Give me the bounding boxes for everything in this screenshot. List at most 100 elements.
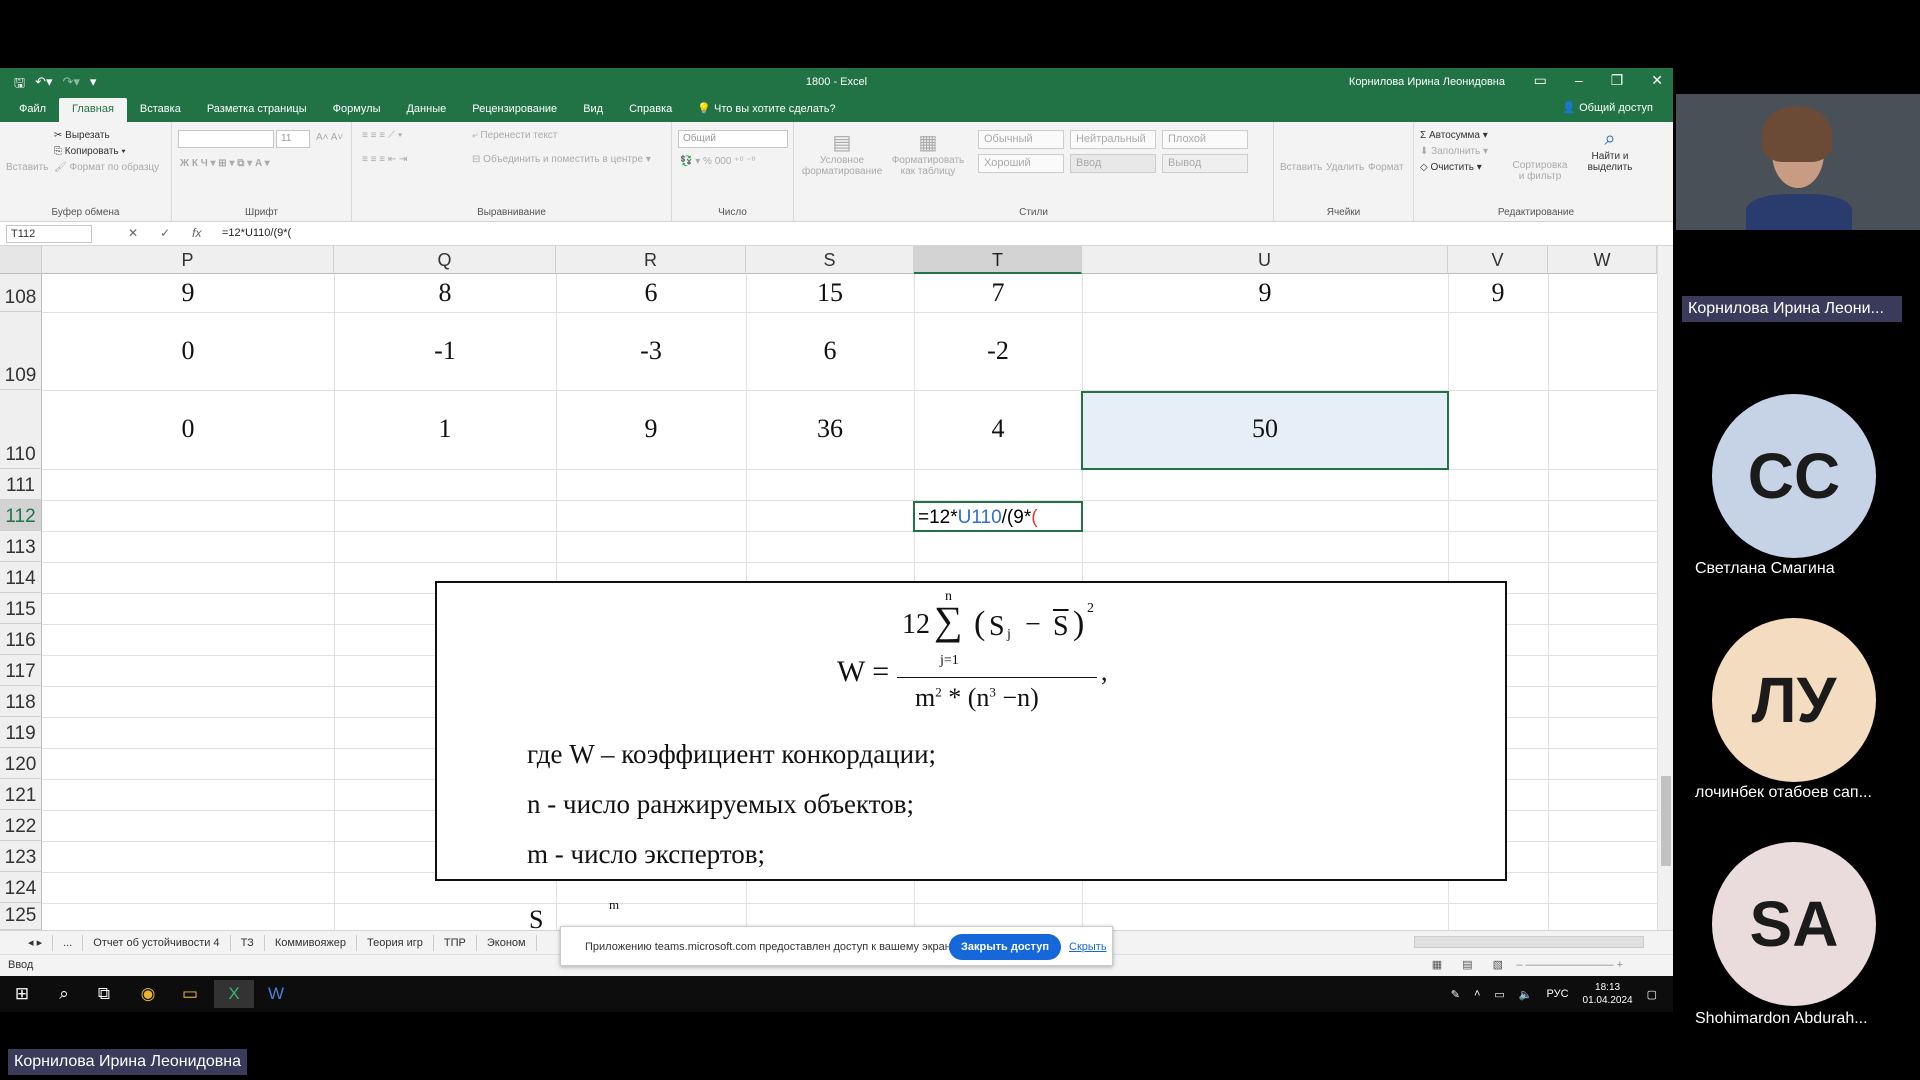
row-header-114[interactable]: 114 bbox=[0, 562, 42, 593]
row-header-110[interactable]: 110 bbox=[0, 390, 42, 469]
horizontal-scrollbar[interactable] bbox=[1414, 936, 1644, 948]
search-icon[interactable]: ⌕ bbox=[44, 980, 84, 1008]
font-grow-icon[interactable]: A˄ A˅ bbox=[316, 132, 343, 143]
row-header-115[interactable]: 115 bbox=[0, 593, 42, 624]
style-bad[interactable]: Плохой bbox=[1162, 130, 1248, 149]
stop-sharing-button[interactable]: Закрыть доступ bbox=[949, 934, 1061, 960]
cell-r109[interactable]: -3 bbox=[556, 336, 746, 366]
row-header-109[interactable]: 109 bbox=[0, 312, 42, 390]
column-header-u[interactable]: U bbox=[1082, 246, 1448, 274]
cell-q108[interactable]: 8 bbox=[334, 278, 556, 308]
column-header-w[interactable]: W bbox=[1548, 246, 1657, 274]
style-good[interactable]: Хороший bbox=[978, 154, 1064, 173]
clear-button[interactable]: ◇ Очистить ▾ bbox=[1420, 162, 1482, 173]
tab-file[interactable]: Файл bbox=[6, 98, 59, 122]
share-button[interactable]: 👤 Общий доступ bbox=[1562, 101, 1653, 114]
tab-help[interactable]: Справка bbox=[616, 98, 685, 122]
task-view-icon[interactable]: ⧉ bbox=[84, 980, 124, 1008]
cell-r108[interactable]: 6 bbox=[556, 278, 746, 308]
cell-t108[interactable]: 7 bbox=[914, 278, 1082, 308]
align-left-icon[interactable]: ≡ ≡ ≡ ⇤ ⇥ bbox=[362, 154, 407, 165]
row-header-122[interactable]: 122 bbox=[0, 810, 42, 841]
row-header-117[interactable]: 117 bbox=[0, 655, 42, 686]
row-header-125[interactable]: 125 bbox=[0, 903, 42, 930]
scroll-thumb[interactable] bbox=[1661, 776, 1671, 866]
cell-q109[interactable]: -1 bbox=[334, 336, 556, 366]
row-header-113[interactable]: 113 bbox=[0, 531, 42, 562]
row-header-120[interactable]: 120 bbox=[0, 748, 42, 779]
column-header-s[interactable]: S bbox=[746, 246, 914, 274]
format-cells-button[interactable]: Формат bbox=[1368, 162, 1404, 173]
row-header-112[interactable]: 112 bbox=[0, 500, 42, 531]
tell-me-search[interactable]: 💡 Что вы хотите сделать? bbox=[685, 98, 847, 122]
cell-u108[interactable]: 9 bbox=[1082, 278, 1448, 308]
hide-banner-link[interactable]: Скрыть bbox=[1069, 941, 1107, 953]
volume-icon[interactable]: 🔈 bbox=[1519, 988, 1533, 1001]
column-header-r[interactable]: R bbox=[556, 246, 746, 274]
sort-filter-button[interactable]: Сортировка и фильтр bbox=[1510, 160, 1570, 182]
column-header-v[interactable]: V bbox=[1448, 246, 1548, 274]
sheet-tab[interactable]: Отчет об устойчивости 4 bbox=[83, 935, 231, 951]
row-header-108[interactable]: 108 bbox=[0, 274, 42, 312]
cancel-icon[interactable]: ✕ bbox=[128, 226, 138, 240]
formula-input[interactable]: =12*U110/(9*( bbox=[222, 227, 291, 239]
column-header-p[interactable]: P bbox=[42, 246, 334, 274]
delete-cells-button[interactable]: Удалить bbox=[1326, 162, 1364, 173]
clock[interactable]: 18:13 01.04.2024 bbox=[1583, 981, 1633, 1007]
cut-button[interactable]: ✂ Вырезать bbox=[54, 130, 110, 141]
restore-icon[interactable]: ❐ bbox=[1611, 72, 1624, 89]
tab-page-layout[interactable]: Разметка страницы bbox=[194, 98, 320, 122]
cell-t110[interactable]: 4 bbox=[914, 414, 1082, 444]
format-painter-button[interactable]: 🖌 Формат по образцу bbox=[54, 162, 159, 173]
sheet-tab[interactable]: Теория игр bbox=[357, 935, 434, 951]
tab-insert[interactable]: Вставка bbox=[127, 98, 194, 122]
enter-icon[interactable]: ✓ bbox=[160, 226, 170, 240]
page-layout-icon[interactable]: ▤ bbox=[1462, 958, 1472, 971]
autosum-button[interactable]: Σ Автосумма ▾ bbox=[1420, 130, 1488, 141]
cell-p108[interactable]: 9 bbox=[42, 278, 334, 308]
style-output[interactable]: Вывод bbox=[1162, 154, 1248, 173]
vertical-scrollbar[interactable] bbox=[1657, 246, 1673, 930]
style-input[interactable]: Ввод bbox=[1070, 154, 1156, 173]
row-header-123[interactable]: 123 bbox=[0, 841, 42, 872]
avatar[interactable]: СС bbox=[1712, 394, 1876, 558]
row-header-119[interactable]: 119 bbox=[0, 717, 42, 748]
wrap-text-button[interactable]: ⤶ Перенести текст bbox=[472, 130, 557, 141]
row-header-116[interactable]: 116 bbox=[0, 624, 42, 655]
sheet-nav-icon[interactable]: ◂ ▸ bbox=[18, 935, 54, 951]
style-neutral[interactable]: Нейтральный bbox=[1070, 130, 1156, 149]
page-break-icon[interactable]: ▧ bbox=[1493, 958, 1503, 971]
sheet-tab[interactable]: ТПР bbox=[434, 935, 477, 951]
cell-q110[interactable]: 1 bbox=[334, 414, 556, 444]
avatar[interactable]: ЛУ bbox=[1712, 618, 1876, 782]
paste-button[interactable]: Вставить bbox=[6, 162, 48, 173]
sheet-tab[interactable]: Эконом bbox=[477, 935, 537, 951]
zoom-slider[interactable]: – ———————— + bbox=[1516, 959, 1623, 971]
font-size-box[interactable]: 11 bbox=[276, 130, 310, 148]
tab-home[interactable]: Главная bbox=[59, 98, 127, 122]
align-top-icon[interactable]: ≡ ≡ ≡ ⟋ ▾ bbox=[362, 130, 403, 141]
style-normal[interactable]: Обычный bbox=[978, 130, 1064, 149]
insert-cells-button[interactable]: Вставить bbox=[1280, 162, 1322, 173]
fill-button[interactable]: ⬇ Заполнить ▾ bbox=[1420, 146, 1488, 157]
row-header-124[interactable]: 124 bbox=[0, 872, 42, 903]
cell-p109[interactable]: 0 bbox=[42, 336, 334, 366]
normal-view-icon[interactable]: ▦ bbox=[1432, 958, 1442, 971]
copy-button[interactable]: ⎘ Копировать ▾ bbox=[54, 146, 126, 157]
sheet-tab-more[interactable]: ... bbox=[53, 935, 84, 951]
format-as-table-button[interactable]: ▦ Форматировать как таблицу bbox=[890, 130, 966, 177]
cell-s109[interactable]: 6 bbox=[746, 336, 914, 366]
sheet-tab[interactable]: ТЗ bbox=[231, 935, 265, 951]
bold-icon[interactable]: Ж К Ч ▾ ⊞ ▾ ⧉ ▾ A ▾ bbox=[180, 158, 270, 169]
file-explorer-icon[interactable]: ▭ bbox=[170, 980, 210, 1008]
account-name[interactable]: Корнилова Ирина Леонидовна bbox=[1349, 76, 1505, 88]
number-format-box[interactable]: Общий bbox=[678, 130, 788, 148]
find-select-button[interactable]: ⌕ Найти и выделить bbox=[1574, 128, 1646, 173]
close-icon[interactable]: ✕ bbox=[1651, 72, 1663, 89]
cell-r110[interactable]: 9 bbox=[556, 414, 746, 444]
insert-function-icon[interactable]: fx bbox=[192, 226, 201, 240]
formula-picture[interactable]: W = 12 n ∑ j=1 ( S j − S ) 2 m2 * (n3 −n… bbox=[435, 581, 1507, 934]
column-header-q[interactable]: Q bbox=[334, 246, 556, 274]
row-header-111[interactable]: 111 bbox=[0, 469, 42, 500]
column-header-t[interactable]: T bbox=[914, 246, 1082, 274]
